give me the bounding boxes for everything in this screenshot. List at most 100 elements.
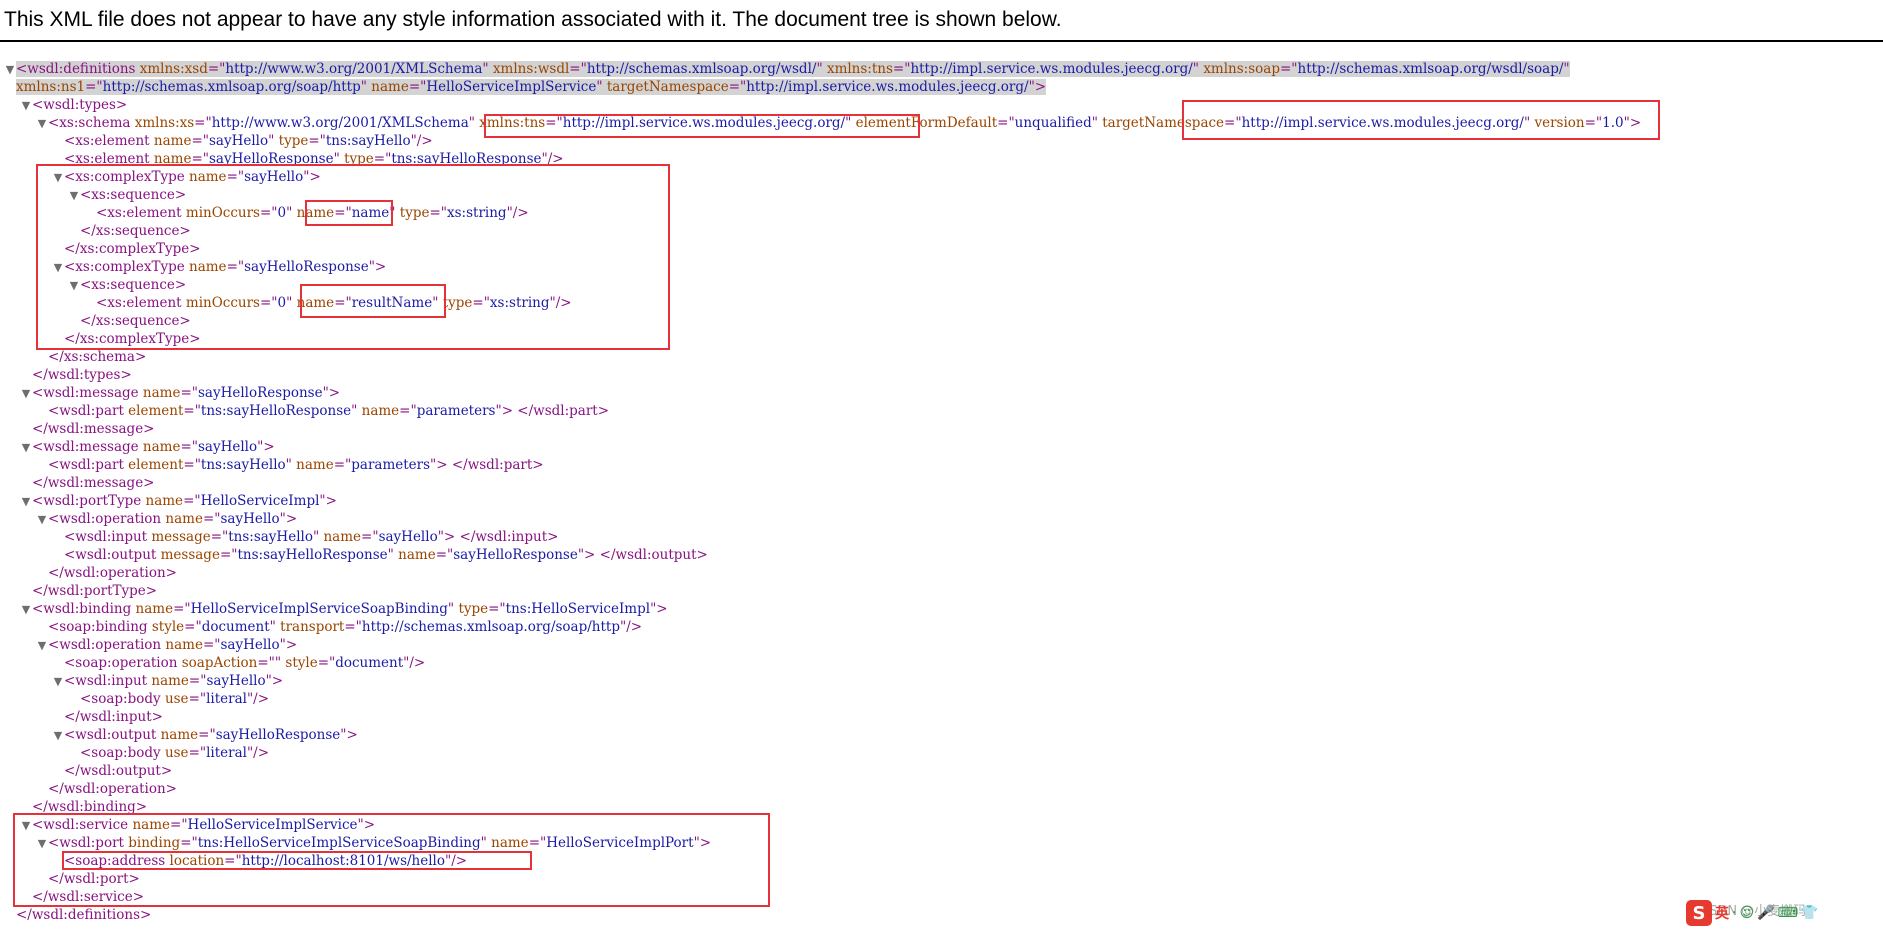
collapse-triangle-icon[interactable]: ▼ [36,511,48,529]
xml-tag-text: "> [1028,79,1047,95]
xml-line[interactable]: ▼ <xs:schema xmlns:xs="http://www.w3.org/… [36,114,1641,132]
xml-line[interactable]: ▼ <wsdl:portType name="HelloServiceImpl"> [20,492,337,510]
xml-tag-text: <xs:element [96,205,186,221]
xml-tag-text: "> [340,727,358,743]
xml-tag-text: =" [472,295,490,311]
ime-emoji-icon[interactable]: ☺ [1739,905,1754,921]
xml-tag-text: =" [183,493,201,509]
xml-tag-text: </wsdl:binding> [32,799,148,815]
xml-attr-name: xmlns:tns [826,61,893,77]
xml-line[interactable]: ▼ <wsdl:message name="sayHelloResponse"> [20,384,340,402]
xml-line[interactable]: ▼ <wsdl:message name="sayHello"> [20,438,275,456]
xml-line[interactable]: ▼ <wsdl:binding name="HelloServiceImplSer… [20,600,668,618]
collapse-triangle-icon[interactable]: ▼ [36,115,48,133]
ime-toolbar[interactable]: S 英 · ☺ 🎤 ⌨ 👕 [1686,899,1818,927]
collapse-triangle-icon[interactable]: ▼ [52,727,64,745]
xml-tag-text: =" [488,601,506,617]
xml-attr-value: sayHello [244,169,304,185]
xml-tag-text: <wsdl:operation [48,511,166,527]
xml-attr-name: xmlns:wsdl [492,61,570,77]
xml-tag-text: </wsdl:port> [48,871,140,887]
xml-line-content: </wsdl:operation> [48,781,177,797]
xml-tag-text: " [387,547,399,563]
xml-tag-text: "> </wsdl:part> [495,403,610,419]
xml-line[interactable]: ▼ <xs:complexType name="sayHello"> [52,168,321,186]
xml-tag-text: =" [180,835,198,851]
xml-attr-value: http://impl.service.ws.modules.jeecg.org… [910,61,1193,77]
xml-line[interactable]: ▼ <wsdl:output name="sayHelloResponse"> [52,726,358,744]
collapse-triangle-icon[interactable]: ▼ [4,61,16,79]
xml-tag-text: " [845,115,856,131]
collapse-triangle-icon[interactable]: ▼ [52,673,64,691]
xml-tag-text: </xs:complexType> [64,331,201,347]
xml-tag-text: " [447,601,459,617]
collapse-triangle-icon[interactable]: ▼ [20,97,32,115]
xml-tag-text: <soap:binding [48,619,152,635]
xml-line-content: </wsdl:operation> [48,565,177,581]
xml-tag-text: <wsdl:input [64,673,152,689]
xml-attr-name: type [399,205,430,221]
collapse-triangle-icon[interactable]: ▼ [36,835,48,853]
xml-info-banner: This XML file does not appear to have an… [4,8,1062,31]
xml-attr-name: name [142,385,181,401]
collapse-triangle-icon[interactable]: ▼ [20,439,32,457]
xml-tag-text: =" [85,79,103,95]
xml-attr-value: name [351,205,390,221]
xml-tag-text: =" [429,205,447,221]
xml-line[interactable]: ▼ <wsdl:input name="sayHello"> [52,672,283,690]
collapse-triangle-icon[interactable]: ▼ [52,169,64,187]
xml-tag-text: </wsdl:message> [32,421,155,437]
xml-line[interactable]: ▼ <wsdl:service name="HelloServiceImplSer… [20,816,375,834]
ime-punctuation-icon[interactable]: · [1732,905,1736,921]
xml-line[interactable]: ▼ <xs:sequence> [68,186,186,204]
ime-language-toggle[interactable]: 英 [1715,903,1729,923]
ime-skin-icon[interactable]: 👕 [1801,905,1818,921]
ime-voice-icon[interactable]: 🎤 [1757,905,1774,921]
collapse-triangle-icon[interactable]: ▼ [36,637,48,655]
ime-keyboard-icon[interactable]: ⌨ [1778,905,1798,921]
xml-line: </wsdl:operation> [36,564,177,582]
xml-line: <xs:element name="sayHelloResponse" type… [52,150,564,168]
collapse-triangle-icon[interactable]: ▼ [20,817,32,835]
collapse-triangle-icon[interactable]: ▼ [20,601,32,619]
xml-line[interactable]: ▼ <xs:sequence> [68,276,186,294]
xml-tag-text: " [269,619,281,635]
collapse-triangle-icon[interactable]: ▼ [68,187,80,205]
xml-attr-name: binding [128,835,181,851]
xml-tag-text: </wsdl:input> [64,709,163,725]
xml-line-content: <xs:element minOccurs="0" name="resultNa… [96,295,572,311]
xml-tag-text: <xs:sequence> [80,187,187,203]
xml-attr-value: sayHelloResponse [198,385,323,401]
xml-attr-value: http://localhost:8101/ws/hello [241,853,445,869]
xml-line: <xs:element minOccurs="0" name="resultNa… [84,294,572,312]
xml-line[interactable]: ▼ <wsdl:definitions xmlns:xsd="http://www… [4,60,1570,78]
collapse-triangle-icon[interactable]: ▼ [52,259,64,277]
collapse-triangle-icon[interactable]: ▼ [20,385,32,403]
xml-line-content: <soap:operation soapAction="" style="doc… [64,655,425,671]
xml-tag-text: <wsdl:input [64,529,152,545]
xml-line-content: </wsdl:message> [32,421,155,437]
xml-attr-value: http://impl.service.ws.modules.jeecg.org… [1241,115,1524,131]
xml-tag-text: =" [260,205,278,221]
xml-line[interactable]: ▼ <wsdl:port binding="tns:HelloServiceImp… [36,834,711,852]
xml-line[interactable]: ▼ <wsdl:operation name="sayHello"> [36,510,297,528]
xml-tag-text: =" [308,133,326,149]
xml-line[interactable]: ▼ <wsdl:operation name="sayHello"> [36,636,297,654]
xml-line-content: <xs:element minOccurs="0" name="name" ty… [96,205,529,221]
xml-line: <wsdl:input message="tns:sayHello" name=… [52,528,558,546]
xml-attr-value: HelloServiceImplServiceSoapBinding [190,601,448,617]
sogou-logo-icon[interactable]: S [1686,900,1712,926]
xml-attr-value: sayHelloResponse [215,727,341,743]
xml-tag-text: </xs:complexType> [64,241,201,257]
xml-line-content: </xs:complexType> [64,241,201,257]
xml-line[interactable]: ▼ <xs:complexType name="sayHelloResponse"… [52,258,386,276]
xml-tag-text: <wsdl:definitions [16,61,140,77]
xml-attr-name: type [458,601,489,617]
xml-attr-value: sayHelloResponse [453,547,578,563]
collapse-triangle-icon[interactable]: ▼ [20,493,32,511]
xml-tag-text: =" [1224,115,1242,131]
xml-tag-text: =" [183,403,201,419]
collapse-triangle-icon[interactable]: ▼ [68,277,80,295]
xml-attr-name: minOccurs [185,205,260,221]
xml-line[interactable]: ▼ <wsdl:types> [20,96,127,114]
